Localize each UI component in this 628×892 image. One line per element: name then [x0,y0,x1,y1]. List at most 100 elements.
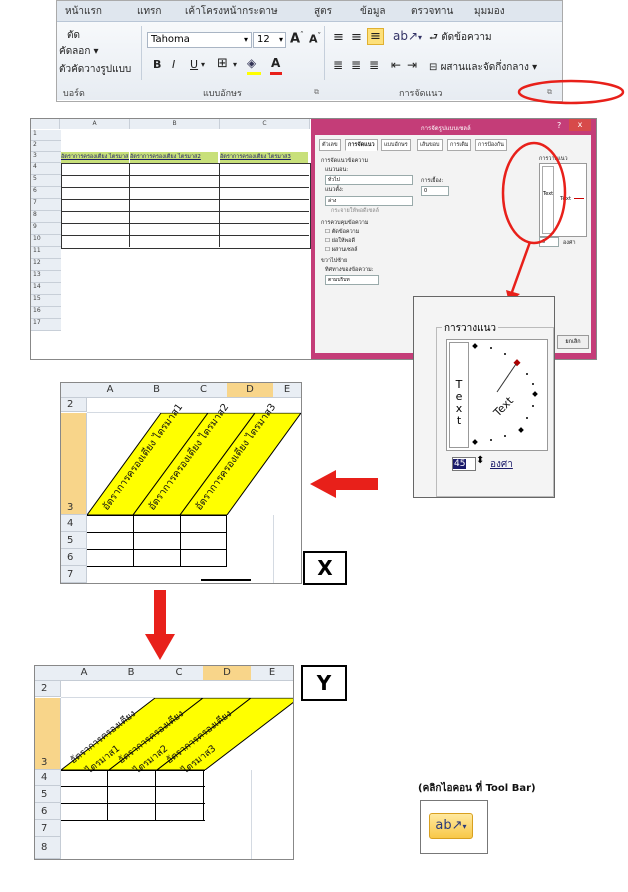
decrease-indent-button[interactable]: ⇤ [391,58,401,72]
merge-checkbox[interactable]: ☐ ผสานเซลล์ [325,246,357,254]
degree-input[interactable]: 45 [452,457,476,471]
direction-select[interactable]: ตามบริบท [325,275,379,285]
row-header[interactable]: 2 [31,141,61,152]
tab-insert[interactable]: แทรก [137,4,161,19]
wrap-text-checkbox[interactable]: ☐ ตัดข้อความ [325,228,359,236]
select-all-corner[interactable] [61,383,88,398]
row-header[interactable]: 1 [31,130,61,141]
row-header[interactable]: 6 [35,803,61,820]
row-header[interactable]: 5 [31,175,61,187]
header-cell-c3[interactable]: อัตราการครองเตียง ไตรมาส3 [220,152,308,163]
help-button[interactable]: ? [557,121,561,130]
tab-number[interactable]: ตัวเลข [319,139,341,151]
column-header[interactable]: A [60,119,130,129]
underline-button[interactable]: U [190,58,198,71]
column-header[interactable]: D [203,666,252,681]
wrap-text-button[interactable]: ⮐ ตัดข้อความ [429,30,492,47]
row-header[interactable]: 11 [31,247,61,259]
row-header[interactable]: 7 [35,820,61,837]
degree-spinner[interactable]: ⬍ [476,455,484,466]
row-header[interactable]: 3 [35,698,61,770]
row-header[interactable]: 12 [31,259,61,271]
row-header[interactable]: 10 [31,235,61,247]
column-header[interactable]: B [107,666,156,681]
cancel-button[interactable]: ยกเลิก [557,335,589,349]
column-header[interactable]: A [61,666,108,681]
row-header[interactable]: 16 [31,307,61,319]
grow-font-button[interactable]: Aˆ [290,31,304,46]
italic-button[interactable]: I [172,58,175,71]
vertical-text-box[interactable]: Text [449,342,469,448]
column-header[interactable]: C [155,666,204,681]
column-header[interactable]: D [227,383,274,398]
select-all-corner[interactable] [35,666,62,681]
font-name-select[interactable]: Tahoma ▾ [147,32,252,48]
column-header[interactable]: C [180,383,228,398]
tab-page-layout[interactable]: เค้าโครงหน้ากระดาษ [185,4,278,19]
increase-indent-button[interactable]: ⇥ [407,58,417,72]
column-header[interactable]: E [251,666,293,681]
header-cell-a3[interactable]: อัตราการครองเตียง ไตรมาส1 [61,152,129,163]
column-header[interactable]: E [273,383,301,398]
vertical-select[interactable]: ล่าง [325,196,413,206]
close-button[interactable]: x [569,119,591,131]
cut-button[interactable]: ตัด [67,28,80,43]
select-all-corner[interactable] [31,119,60,129]
align-middle-button[interactable]: ≡ [351,30,362,45]
orientation-dial[interactable] [471,340,545,448]
header-cell-b3[interactable]: อัตราการครองเตียง ไตรมาส2 [130,152,218,163]
font-size-select[interactable]: 12 ▾ [253,32,286,48]
row-header[interactable]: 13 [31,271,61,283]
align-right-button[interactable]: ≣ [369,58,379,72]
row-header[interactable]: 14 [31,283,61,295]
row-header[interactable]: 8 [31,211,61,223]
row-header[interactable]: 2 [61,398,87,412]
row-header[interactable]: 15 [31,295,61,307]
horizontal-select[interactable]: ทั่วไป [325,175,413,185]
orientation-control[interactable]: Text Text [446,339,548,451]
row-header[interactable]: 5 [35,786,61,803]
row-header[interactable]: 3 [61,413,87,515]
align-top-button[interactable]: ≡ [333,30,344,45]
row-header[interactable]: 17 [31,319,61,331]
row-header[interactable]: 7 [31,199,61,211]
row-header[interactable]: 4 [31,163,61,175]
merge-center-button[interactable]: ⊟ ผสานและจัดกึ่งกลาง ▾ [429,60,537,75]
orientation-button[interactable]: ab↗▾ [429,813,473,839]
font-color-button[interactable]: A [271,56,280,70]
row-header[interactable]: 2 [35,681,61,697]
tab-view[interactable]: มุมมอง [474,4,505,19]
column-header[interactable]: C [220,119,310,129]
tab-formulas[interactable]: สูตร [314,4,332,19]
align-center-button[interactable]: ≣ [351,58,361,72]
tab-alignment[interactable]: การจัดแนว [345,139,378,151]
tab-font[interactable]: แบบอักษร [381,139,411,151]
row-header[interactable]: 5 [61,532,87,549]
dialog-launcher-icon[interactable]: ⧉ [314,88,319,97]
row-header[interactable]: 3 [31,152,61,163]
tab-border[interactable]: เส้นขอบ [417,139,443,151]
row-header[interactable]: 6 [31,187,61,199]
tab-fill[interactable]: การเติม [447,139,472,151]
shrink-checkbox[interactable]: ☐ ย่อให้พอดี [325,237,355,245]
row-header[interactable]: 6 [61,549,87,566]
borders-button[interactable]: ⊞ [217,56,228,71]
row-header[interactable]: 4 [61,515,87,532]
justify-distributed-option[interactable]: กระจายให้พอดีเซลล์ [331,207,379,215]
column-header[interactable]: B [133,383,181,398]
orientation-button[interactable]: ab↗▾ [393,29,422,43]
row-header[interactable]: 4 [35,770,61,786]
column-header[interactable]: A [87,383,134,398]
row-header[interactable]: 7 [61,566,87,583]
row-header[interactable]: 9 [31,223,61,235]
row-header[interactable]: 8 [35,837,61,859]
tab-review[interactable]: ตรวจทาน [411,4,453,19]
tab-data[interactable]: ข้อมูล [360,4,386,19]
bold-button[interactable]: B [153,58,161,71]
align-left-button[interactable]: ≣ [333,58,343,72]
indent-input[interactable]: 0 [421,186,449,196]
fill-color-button[interactable]: ◈ [247,56,256,70]
column-header[interactable]: B [130,119,220,129]
format-painter-button[interactable]: ตัวคัดวางรูปแบบ [59,62,131,77]
shrink-font-button[interactable]: Aˇ [309,32,321,46]
